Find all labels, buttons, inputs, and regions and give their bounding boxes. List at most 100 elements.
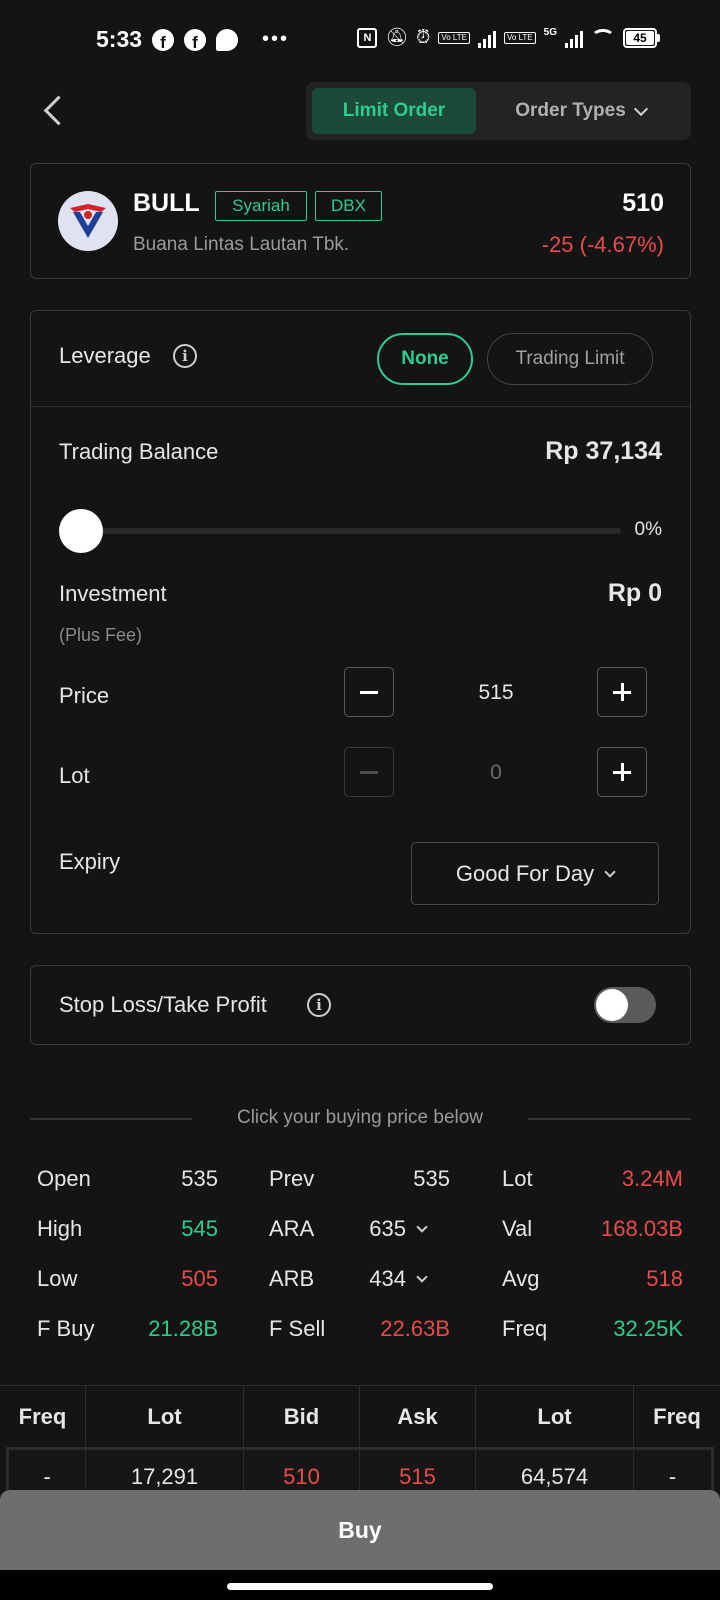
stat-label-low: Low bbox=[37, 1266, 78, 1291]
company-logo bbox=[58, 191, 118, 251]
status-time: 5:33 bbox=[96, 26, 143, 52]
stat-label-avg: Avg bbox=[502, 1266, 540, 1291]
lot-decrease-button[interactable] bbox=[344, 747, 394, 797]
investment-value: Rp 0 bbox=[607, 579, 662, 607]
leverage-label: Leverage bbox=[59, 343, 151, 368]
battery-level: 45 bbox=[626, 30, 654, 45]
home-indicator[interactable] bbox=[227, 1583, 493, 1590]
stat-value-ara[interactable]: 635 bbox=[306, 1216, 428, 1242]
volte-icon: Vo LTE bbox=[504, 31, 536, 44]
network-type: 5G bbox=[543, 27, 557, 38]
nfc-icon: N bbox=[357, 27, 378, 48]
status-indicators: N 🔕︎ ⏰︎ Vo LTE Vo LTE 5G 45 bbox=[357, 27, 660, 48]
messenger-icon bbox=[216, 28, 238, 51]
stat-value-avg: 518 bbox=[646, 1266, 683, 1291]
stats-row: Open 535 Prev 535 Lot 3.24M bbox=[0, 1160, 720, 1200]
stock-summary-card[interactable]: BULL Syariah DBX Buana Lintas Lautan Tbk… bbox=[30, 163, 691, 279]
order-type-switch: Limit Order Order Types bbox=[306, 82, 691, 140]
lot-label: Lot bbox=[59, 763, 90, 788]
leverage-trading-limit-button[interactable]: Trading Limit bbox=[487, 333, 653, 385]
divider-right bbox=[528, 1118, 691, 1120]
facebook-icon: f bbox=[184, 28, 206, 51]
trading-balance-label: Trading Balance bbox=[59, 439, 219, 464]
tag-syariah: Syariah bbox=[215, 191, 307, 221]
balance-slider-track[interactable] bbox=[91, 528, 621, 534]
more-notifications-icon: ••• bbox=[262, 28, 290, 50]
stat-label-high: High bbox=[37, 1216, 83, 1241]
investment-sublabel: (Plus Fee) bbox=[59, 625, 143, 645]
stat-value-high[interactable]: 545 bbox=[98, 1216, 218, 1242]
expiry-label: Expiry bbox=[59, 849, 121, 874]
leverage-none-button[interactable]: None bbox=[377, 333, 473, 385]
stat-value-low[interactable]: 505 bbox=[98, 1266, 218, 1292]
leverage-row: Leverage i None Trading Limit bbox=[31, 311, 690, 407]
chevron-down-icon bbox=[633, 101, 648, 116]
price-input[interactable]: 515 bbox=[406, 681, 586, 705]
order-form-card: Leverage i None Trading Limit Trading Ba… bbox=[30, 310, 691, 934]
stats-row: High 545 ARA 635 Val 168.03B bbox=[0, 1210, 720, 1250]
price-change: -25 (-4.67%) bbox=[541, 232, 664, 257]
lot-input[interactable]: 0 bbox=[406, 761, 586, 785]
stat-value-freq: 32.25K bbox=[613, 1316, 683, 1341]
order-types-label: Order Types bbox=[515, 100, 626, 121]
stat-label-open: Open bbox=[37, 1166, 91, 1191]
investment-label: Investment bbox=[59, 581, 167, 606]
book-header-ask: Ask bbox=[360, 1385, 476, 1447]
price-increase-button[interactable] bbox=[597, 667, 647, 717]
chevron-down-icon bbox=[604, 865, 616, 878]
stat-label-f-buy: F Buy bbox=[37, 1316, 95, 1341]
stats-row: Low 505 ARB 434 Avg 518 bbox=[0, 1260, 720, 1300]
book-header-freq-ask: Freq bbox=[634, 1385, 720, 1447]
stat-value-f-buy: 21.28B bbox=[148, 1316, 218, 1341]
battery-icon: 45 bbox=[623, 27, 660, 48]
expiry-value: Good For Day bbox=[455, 860, 595, 886]
lot-increase-button[interactable] bbox=[597, 747, 647, 797]
volte-icon: Vo LTE bbox=[438, 31, 470, 44]
price-decrease-button[interactable] bbox=[344, 667, 394, 717]
stats-row: F Buy 21.28B F Sell 22.63B Freq 32.25K bbox=[0, 1310, 720, 1350]
info-icon[interactable]: i bbox=[307, 993, 331, 1017]
stat-label-lot: Lot bbox=[502, 1166, 533, 1191]
facebook-icon: f bbox=[152, 28, 174, 51]
chevron-down-icon bbox=[416, 1221, 428, 1233]
back-arrow-icon[interactable] bbox=[38, 92, 68, 128]
balance-slider-handle[interactable] bbox=[59, 509, 103, 553]
price-label: Price bbox=[59, 683, 110, 708]
info-icon[interactable]: i bbox=[173, 344, 197, 368]
sltp-toggle[interactable] bbox=[594, 987, 656, 1023]
chevron-down-icon bbox=[416, 1271, 428, 1283]
book-header-bid: Bid bbox=[244, 1385, 360, 1447]
book-header-lot-bid: Lot bbox=[86, 1385, 244, 1447]
order-types-dropdown[interactable]: Order Types bbox=[476, 100, 685, 122]
stop-loss-take-profit-row: Stop Loss/Take Profit i bbox=[30, 965, 691, 1045]
stat-value-open[interactable]: 535 bbox=[98, 1166, 218, 1192]
trading-balance-value: Rp 37,134 bbox=[545, 437, 662, 465]
buy-button[interactable]: Buy bbox=[0, 1490, 720, 1570]
minus-icon bbox=[360, 690, 378, 694]
tab-limit-order[interactable]: Limit Order bbox=[312, 88, 476, 134]
signal-icon bbox=[478, 28, 496, 48]
stat-label-val: Val bbox=[502, 1216, 533, 1241]
plus-icon bbox=[613, 683, 631, 701]
alarm-icon: ⏰︎ bbox=[416, 27, 431, 47]
expiry-select[interactable]: Good For Day bbox=[411, 842, 659, 905]
status-bar: 5:33 f f ••• N 🔕︎ ⏰︎ Vo LTE Vo LTE 5G 45 bbox=[0, 0, 720, 80]
signal-icon bbox=[565, 28, 583, 48]
book-header-lot-ask: Lot bbox=[476, 1385, 634, 1447]
stat-value-prev[interactable]: 535 bbox=[330, 1166, 450, 1192]
last-price: 510 bbox=[622, 189, 664, 217]
sltp-label: Stop Loss/Take Profit bbox=[59, 992, 267, 1017]
toggle-knob bbox=[596, 989, 628, 1021]
stat-value-lot: 3.24M bbox=[621, 1166, 683, 1191]
plus-icon bbox=[613, 763, 631, 781]
stat-value-arb[interactable]: 434 bbox=[306, 1266, 428, 1292]
stat-value-f-sell: 22.63B bbox=[380, 1316, 450, 1341]
wifi-icon bbox=[591, 28, 615, 47]
stat-label-f-sell: F Sell bbox=[269, 1316, 326, 1341]
ara-value: 635 bbox=[369, 1216, 406, 1241]
company-name: Buana Lintas Lautan Tbk. bbox=[133, 234, 350, 255]
arb-value: 434 bbox=[369, 1266, 406, 1291]
book-header-freq-bid: Freq bbox=[0, 1385, 86, 1447]
stat-label-freq: Freq bbox=[502, 1316, 548, 1341]
tag-dbx: DBX bbox=[315, 191, 382, 221]
